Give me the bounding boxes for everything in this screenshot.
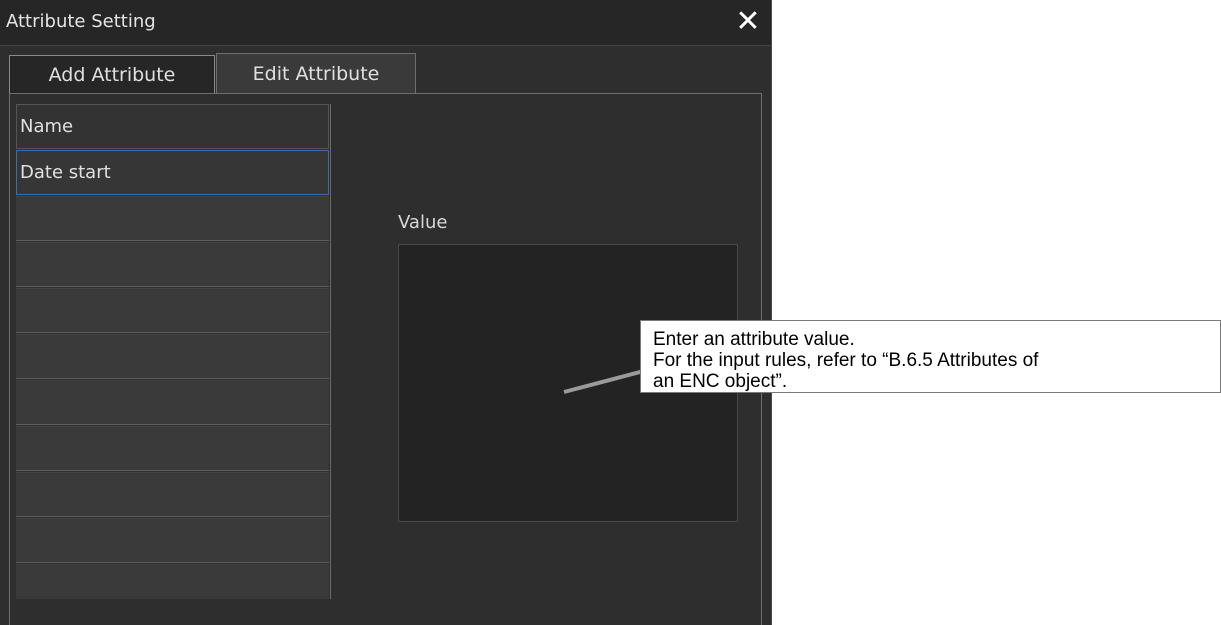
annotation-callout: Enter an attribute value. For the input … — [640, 320, 1221, 393]
tab-label: Edit Attribute — [252, 62, 380, 85]
close-button[interactable]: ✕ — [733, 7, 763, 37]
attribute-setting-dialog: Attribute Setting ✕ Add Attribute Edit A… — [0, 0, 772, 625]
callout-line-2: For the input rules, refer to “B.6.5 Att… — [653, 350, 1039, 371]
callout-line-3: an ENC object”. — [653, 371, 788, 392]
list-item[interactable] — [16, 564, 329, 599]
title-bar: Attribute Setting ✕ — [0, 0, 771, 46]
tab-label: Add Attribute — [48, 63, 176, 86]
dialog-title: Attribute Setting — [6, 11, 156, 32]
list-item[interactable] — [16, 334, 329, 379]
callout-line-1: Enter an attribute value. — [653, 329, 855, 350]
tab-add-attribute[interactable]: Add Attribute — [9, 55, 215, 93]
list-item-date-start[interactable]: Date start — [16, 150, 329, 195]
list-header-name: Name — [16, 104, 329, 149]
tab-edit-attribute[interactable]: Edit Attribute — [216, 53, 416, 93]
close-icon: ✕ — [735, 4, 761, 39]
value-label: Value — [398, 212, 448, 233]
list-item[interactable] — [16, 196, 329, 241]
list-item[interactable] — [16, 242, 329, 287]
list-item[interactable] — [16, 380, 329, 425]
list-item[interactable] — [16, 472, 329, 517]
list-item[interactable] — [16, 426, 329, 471]
attribute-name-list: Name Date start — [16, 104, 331, 599]
list-item[interactable] — [16, 288, 329, 333]
list-item[interactable] — [16, 518, 329, 563]
